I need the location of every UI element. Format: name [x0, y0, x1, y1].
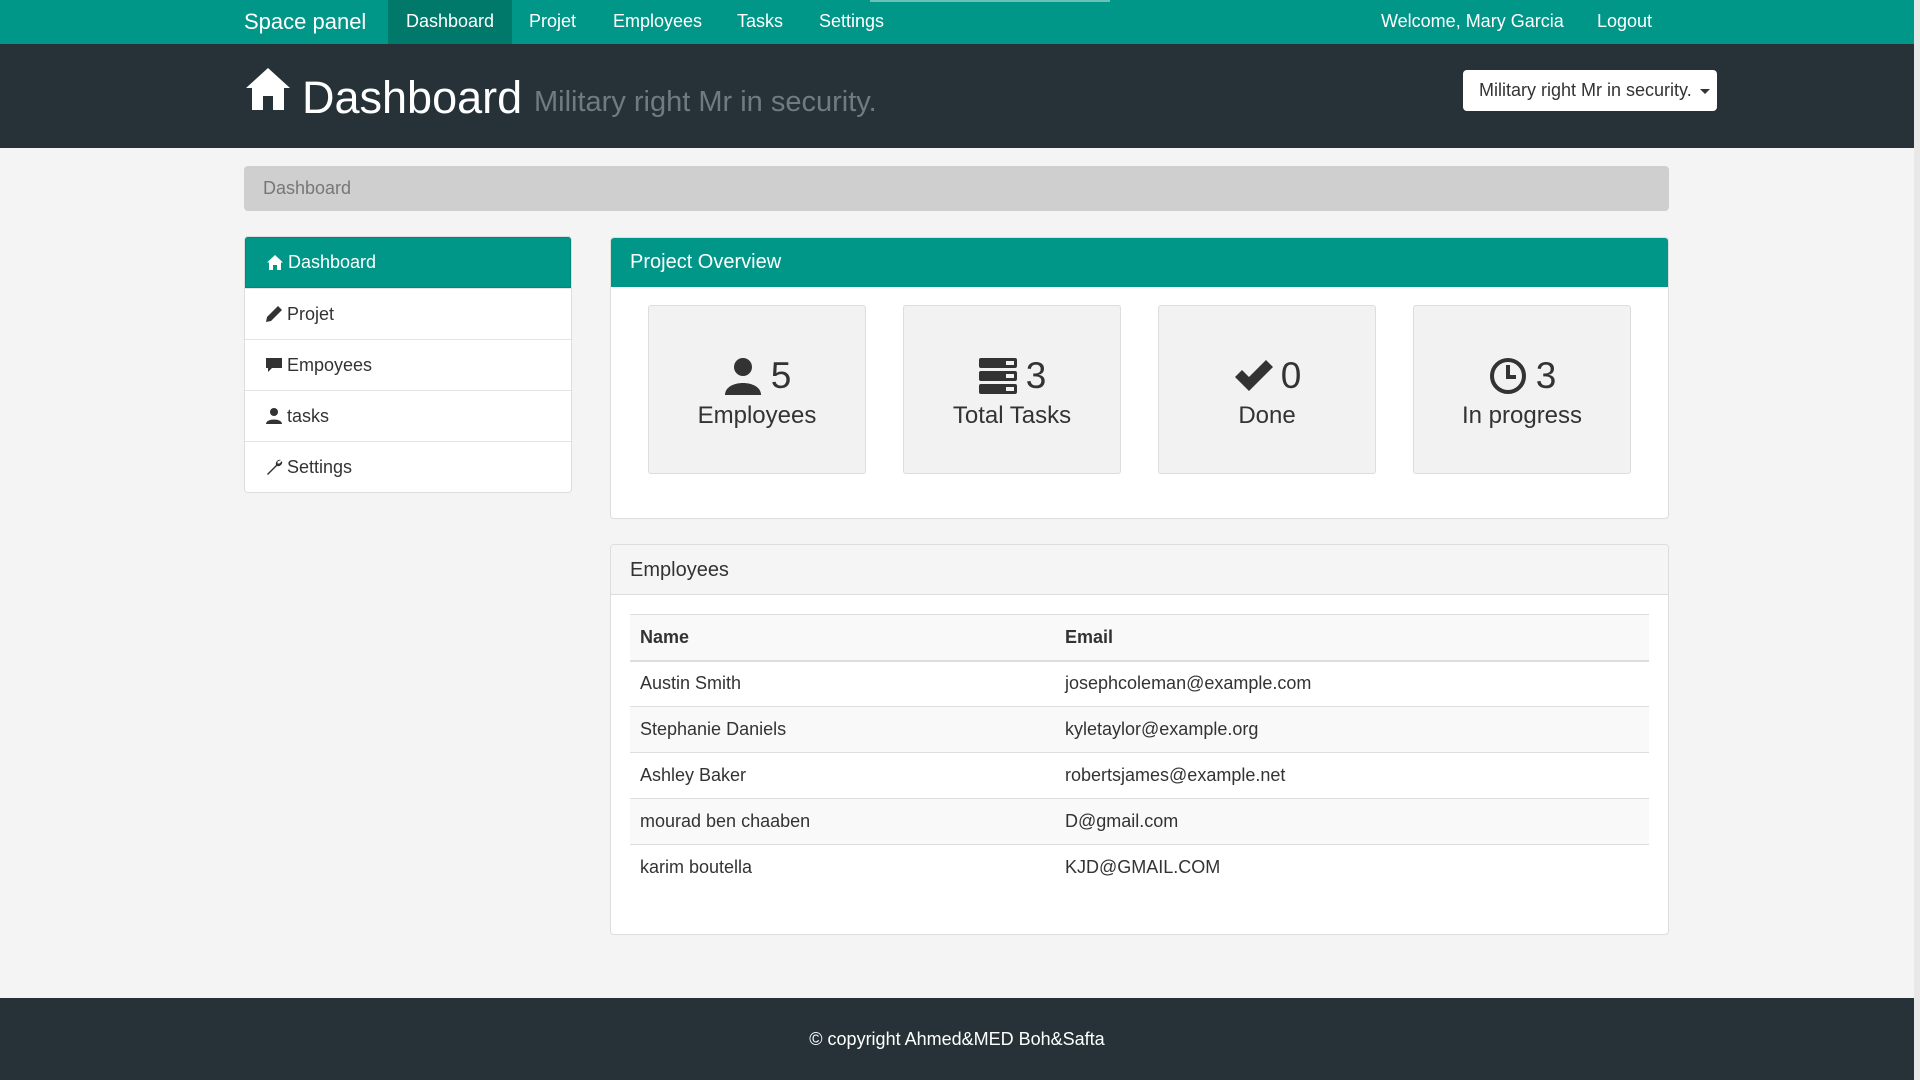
page-scrollbar[interactable] — [1914, 0, 1920, 1080]
welcome-user-link[interactable]: Welcome, Mary Garcia — [1363, 0, 1582, 44]
top-navbar: Space panel Dashboard Projet Employees T… — [0, 0, 1914, 44]
stat-label: In progress — [1461, 402, 1583, 429]
page-subtitle: Military right Mr in security. — [534, 86, 877, 118]
sidebar-item-settings[interactable]: Settings — [245, 441, 571, 492]
panel-title: Employees — [611, 545, 1668, 595]
stat-label: Total Tasks — [952, 402, 1072, 429]
employee-email: kyletaylor@example.org — [1055, 706, 1649, 753]
nav-settings[interactable]: Settings — [801, 0, 902, 44]
clock-icon — [1489, 358, 1526, 394]
wrench-icon — [264, 457, 284, 477]
brand-link[interactable]: Space panel — [244, 0, 366, 44]
employee-name: Stephanie Daniels — [630, 706, 1055, 753]
stat-value: 3 — [1025, 355, 1047, 396]
table-row: Austin Smith josephcoleman@example.com — [630, 660, 1649, 707]
user-icon — [724, 358, 761, 395]
panel-title: Project Overview — [611, 238, 1668, 287]
sidebar-item-label: Empoyees — [287, 354, 373, 375]
stat-value: 5 — [770, 355, 792, 396]
column-header-name: Name — [630, 614, 1055, 662]
project-overview-panel: Project Overview 5 Employees 3 Total Tas… — [610, 237, 1669, 519]
tasks-icon — [978, 358, 1017, 394]
pencil-icon — [264, 304, 284, 324]
nav-dashboard[interactable]: Dashboard — [388, 0, 513, 44]
home-icon — [265, 253, 285, 273]
stat-card-done: 0 Done — [1158, 305, 1376, 474]
page-header: Dashboard Military right Mr in security.… — [0, 44, 1914, 148]
sidebar-item-tasks[interactable]: tasks — [245, 390, 571, 441]
nav-tasks[interactable]: Tasks — [719, 0, 801, 44]
breadcrumb-item: Dashboard — [263, 178, 352, 198]
user-icon — [264, 406, 284, 426]
sidebar-item-label: tasks — [287, 405, 330, 426]
sidebar: Dashboard Projet Empoyees tasks Settings — [244, 236, 572, 493]
nav-projet[interactable]: Projet — [511, 0, 594, 44]
stat-label: Done — [1238, 402, 1296, 429]
stat-card-in-progress: 3 In progress — [1413, 305, 1631, 474]
sidebar-item-label: Dashboard — [288, 252, 377, 272]
table-header-row: Name Email — [630, 614, 1649, 662]
copyright-text: © copyright Ahmed&MED Boh&Safta — [809, 1029, 1105, 1049]
header-dropdown[interactable]: Military right Mr in security. — [1463, 70, 1717, 111]
dropdown-label: Military right Mr in security. — [1479, 80, 1692, 100]
employee-email: KJD@GMAIL.COM — [1055, 844, 1649, 891]
employee-name: Austin Smith — [630, 660, 1055, 707]
sidebar-item-label: Projet — [287, 303, 335, 324]
sidebar-item-employees[interactable]: Empoyees — [245, 339, 571, 390]
sidebar-item-dashboard[interactable]: Dashboard — [245, 237, 571, 288]
page-title: Dashboard — [302, 72, 523, 123]
employee-name: mourad ben chaaben — [630, 798, 1055, 845]
employee-email: robertsjames@example.net — [1055, 752, 1649, 799]
table-row: karim boutella KJD@GMAIL.COM — [630, 844, 1649, 891]
employees-panel: Employees Name Email Austin Smith joseph… — [610, 544, 1669, 935]
stat-value: 3 — [1535, 355, 1557, 396]
employees-table: Name Email Austin Smith josephcoleman@ex… — [630, 614, 1649, 891]
sidebar-item-label: Settings — [287, 456, 353, 477]
caret-down-icon — [1699, 88, 1710, 94]
stat-label: Employees — [697, 402, 817, 429]
table-row: Stephanie Daniels kyletaylor@example.org — [630, 706, 1649, 753]
nav-employees[interactable]: Employees — [595, 0, 720, 44]
stat-value: 0 — [1280, 355, 1302, 396]
home-icon — [244, 66, 292, 114]
stat-card-employees: 5 Employees — [648, 305, 866, 474]
employee-name: Ashley Baker — [630, 752, 1055, 799]
sidebar-item-projet[interactable]: Projet — [245, 288, 571, 339]
check-icon — [1234, 360, 1273, 391]
table-row: mourad ben chaaben D@gmail.com — [630, 798, 1649, 845]
breadcrumb: Dashboard — [244, 166, 1669, 211]
column-header-email: Email — [1055, 614, 1649, 662]
footer: © copyright Ahmed&MED Boh&Safta — [0, 998, 1914, 1080]
logout-link[interactable]: Logout — [1579, 0, 1670, 44]
navbar-accent-line — [870, 0, 1110, 2]
stat-card-total-tasks: 3 Total Tasks — [903, 305, 1121, 474]
employee-email: D@gmail.com — [1055, 798, 1649, 845]
employee-name: karim boutella — [630, 844, 1055, 891]
comment-icon — [264, 355, 284, 375]
employee-email: josephcoleman@example.com — [1055, 660, 1649, 707]
table-row: Ashley Baker robertsjames@example.net — [630, 752, 1649, 799]
